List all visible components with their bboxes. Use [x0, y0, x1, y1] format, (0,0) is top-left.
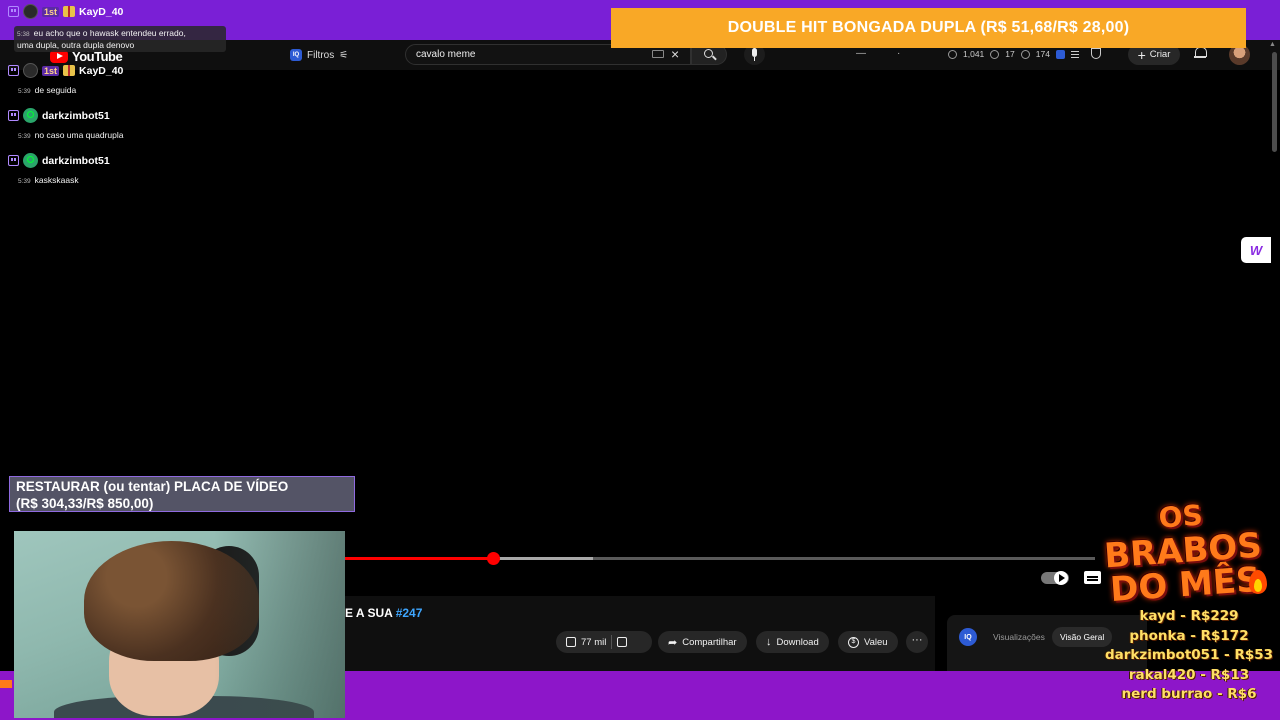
thanks-label: Valeu — [864, 636, 888, 648]
dislike-icon[interactable] — [617, 637, 628, 647]
donation-goal-banner: DOUBLE HIT BONGADA DUPLA (R$ 51,68/R$ 28… — [611, 8, 1246, 48]
twitch-icon — [8, 155, 19, 166]
chat-text-line: kaskskaask — [34, 175, 79, 185]
stat-other: 174 — [1035, 49, 1050, 59]
chat-username: KayD_40 — [79, 64, 124, 77]
chat-message-text: 5:39 de seguida — [18, 85, 76, 97]
chat-message-text: 5:39 kaskskaask — [18, 175, 79, 187]
like-count[interactable]: 77 mil — [581, 637, 606, 648]
stream-scene: { "colors": { "stream_purple": "#7a1fd6"… — [0, 0, 1280, 720]
ranking-entry: nerd burrao - R$6 — [1121, 686, 1257, 702]
plus-icon: + — [1137, 46, 1146, 63]
keyboard-icon[interactable] — [652, 50, 664, 58]
other-stat-icon — [1020, 49, 1030, 59]
ranking-entry: phonka - R$172 — [1129, 627, 1249, 644]
chat-message-text: 5:38 eu acho que o hawask entendeu errado… — [14, 26, 226, 52]
user-icon — [23, 108, 38, 123]
chat-message-header: darkzimbot51 — [8, 108, 110, 123]
like-icon[interactable] — [566, 637, 576, 647]
ranking-entry: darkzimbot051 - R$53 — [1104, 647, 1274, 663]
goal-title: RESTAURAR (ou tentar) PLACA DE VÍDEO — [16, 479, 289, 494]
scroll-up-arrow-icon[interactable]: ▲ — [1269, 41, 1276, 48]
chat-text-line: eu acho que o hawask entendeu errado, — [33, 28, 186, 38]
tab-visualizacoes[interactable]: Visualizações — [985, 627, 1053, 647]
thanks-icon: $ — [848, 636, 859, 648]
stat-likes: 17 — [1005, 49, 1015, 59]
chat-avatar — [23, 63, 38, 78]
video-hashtag[interactable]: #247 — [396, 606, 423, 620]
webcam-feed — [14, 531, 345, 718]
webcam-shadow — [214, 531, 345, 718]
brabos-line-3: DO MÊS — [1108, 559, 1262, 611]
brabos-do-mes-title: OS BRABOS DO MÊS — [1095, 494, 1272, 611]
sliders-icon: ⚟ — [339, 49, 349, 61]
chat-timestamp: 5:39 — [18, 133, 31, 140]
clear-search-icon[interactable]: × — [671, 47, 679, 61]
channel-stats: 1,041 17 174 — [948, 49, 1079, 59]
chat-avatar — [23, 4, 38, 19]
chat-timestamp: 5:39 — [18, 88, 31, 95]
top-donors-ranking: kayd - R$229 phonka - R$172 darkzimbot05… — [1096, 607, 1280, 705]
gift-icon — [63, 6, 76, 17]
notifications-bell-icon[interactable] — [1194, 47, 1207, 59]
like-stat-icon — [990, 49, 1000, 59]
video-scrubber-handle[interactable] — [487, 552, 500, 565]
like-divider — [611, 635, 613, 649]
more-actions-button[interactable]: ··· — [906, 631, 928, 653]
iq-extension-icon: IQ — [290, 49, 302, 61]
share-button[interactable]: ➦ Compartilhar — [658, 631, 747, 653]
video-title: E A SUA #247 — [345, 606, 422, 620]
twitch-icon — [8, 6, 19, 17]
chat-message-header: 1st KayD_40 — [8, 63, 123, 78]
trophy-icon[interactable] — [1091, 48, 1101, 59]
scrollbar-thumb[interactable] — [1272, 52, 1277, 152]
donation-goal-box: RESTAURAR (ou tentar) PLACA DE VÍDEO (R$… — [9, 476, 355, 512]
fire-icon — [1247, 566, 1269, 596]
share-icon: ➦ — [668, 636, 678, 649]
clock-icon — [948, 49, 957, 59]
chat-message-text: 5:39 no caso uma quadrupla — [18, 130, 124, 142]
download-icon: ↓ — [766, 636, 772, 648]
bottom-accent — [0, 680, 12, 688]
chat-timestamp: 5:38 — [17, 31, 30, 38]
download-button[interactable]: ↓ Download — [756, 631, 829, 653]
filters-button[interactable]: IQ Filtros ⚟ — [282, 45, 356, 65]
iq-icon[interactable] — [1055, 49, 1065, 59]
chat-text-line: uma dupla, outra dupla denovo — [17, 40, 135, 50]
share-label: Compartilhar — [682, 636, 737, 648]
chat-username: KayD_40 — [79, 5, 124, 18]
chat-message-header: 1st KayD_40 — [8, 4, 123, 19]
twitch-icon — [8, 65, 19, 76]
ranking-entry: kayd - R$229 — [1139, 608, 1239, 624]
search-icon — [704, 49, 713, 58]
menu-lines-icon[interactable] — [1070, 50, 1079, 58]
first-badge: 1st — [42, 6, 60, 17]
filters-label: Filtros — [307, 49, 335, 61]
side-extension-widget[interactable]: W — [1241, 237, 1271, 263]
gift-icon — [63, 65, 76, 76]
autoplay-toggle[interactable] — [1041, 571, 1069, 585]
play-icon — [1059, 574, 1065, 582]
download-label: Download — [776, 636, 819, 648]
twitch-icon — [8, 110, 19, 121]
chat-text-line: no caso uma quadrupla — [34, 130, 124, 140]
video-title-text: E A SUA — [345, 606, 393, 620]
ranking-entry: rakal420 - R$13 — [1128, 666, 1250, 683]
user-icon — [23, 153, 38, 168]
like-dislike-group: 77 mil — [556, 631, 652, 653]
toolbar-dot: · — [897, 48, 901, 59]
video-progress-fill — [345, 557, 493, 560]
chat-text-line: de seguida — [34, 85, 77, 95]
stat-views: 1,041 — [963, 49, 985, 59]
create-label: Criar — [1149, 49, 1171, 60]
iq-panel-icon[interactable]: IQ — [959, 628, 977, 646]
first-badge: 1st — [42, 65, 60, 76]
goal-amount: (R$ 304,33/R$ 850,00) — [16, 496, 154, 511]
thanks-button[interactable]: $ Valeu — [838, 631, 898, 653]
chat-username: darkzimbot51 — [42, 154, 110, 167]
chat-timestamp: 5:39 — [18, 178, 31, 185]
chat-message-header: darkzimbot51 — [8, 153, 110, 168]
chat-username: darkzimbot51 — [42, 109, 110, 122]
toolbar-divider: — — [856, 48, 866, 59]
